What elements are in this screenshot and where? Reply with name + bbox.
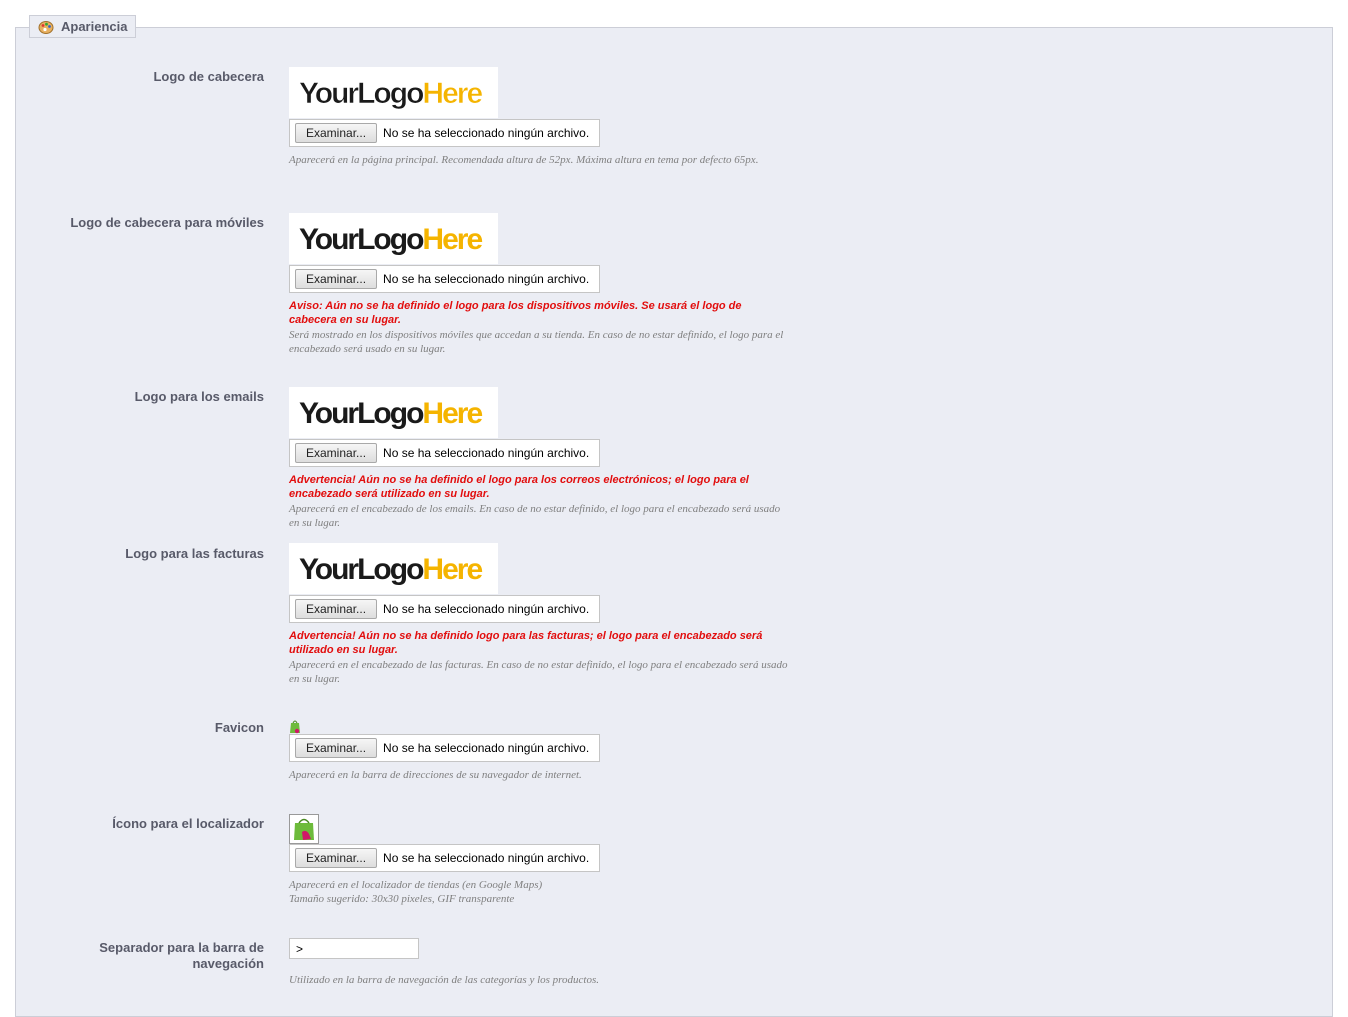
header-logo-file-status: No se ha seleccionado ningún archivo.	[383, 126, 590, 140]
email-logo-image: YourLogoHere	[289, 387, 498, 438]
email-logo-file-status: No se ha seleccionado ningún archivo.	[383, 446, 590, 460]
mobile-logo-file-status: No se ha seleccionado ningún archivo.	[383, 272, 590, 286]
store-icon-file-status: No se ha seleccionado ningún archivo.	[383, 851, 590, 865]
invoice-logo-file-status: No se ha seleccionado ningún archivo.	[383, 602, 590, 616]
svg-text:YourLogoHere: YourLogoHere	[299, 397, 482, 430]
mobile-logo-browse-button[interactable]: Examinar...	[295, 269, 378, 289]
separator-input[interactable]	[289, 938, 419, 959]
svg-text:YourLogoHere: YourLogoHere	[299, 223, 482, 256]
favicon-browse-button[interactable]: Examinar...	[295, 738, 378, 758]
separator-hint: Utilizado en la barra de navegación de l…	[289, 974, 600, 986]
email-logo-label: Logo para los emails	[134, 389, 264, 404]
invoice-logo-warning: Advertencia! Aún no se ha definido logo …	[289, 630, 763, 656]
invoice-logo-file-input[interactable]: Examinar... No se ha seleccionado ningún…	[289, 595, 600, 623]
invoice-logo-image: YourLogoHere	[289, 543, 498, 594]
header-logo-hint: Aparecerá en la página principal. Recome…	[289, 154, 759, 166]
fieldset-legend: Apariencia	[29, 15, 137, 38]
mobile-logo-warning: Aviso: Aún no se ha definido el logo par…	[289, 300, 742, 326]
favicon-hint: Aparecerá en la barra de direcciones de …	[289, 769, 582, 781]
favicon-file-input[interactable]: Examinar... No se ha seleccionado ningún…	[289, 734, 600, 762]
store-icon-browse-button[interactable]: Examinar...	[295, 848, 378, 868]
invoice-logo-hint: Aparecerá en el encabezado de las factur…	[289, 659, 788, 685]
store-icon-label: Ícono para el localizador	[112, 816, 264, 831]
invoice-logo-label: Logo para las facturas	[125, 546, 264, 561]
mobile-logo-file-input[interactable]: Examinar... No se ha seleccionado ningún…	[289, 265, 600, 293]
header-logo-browse-button[interactable]: Examinar...	[295, 123, 378, 143]
legend-title: Apariencia	[61, 19, 128, 34]
store-icon-hint-line2: Tamaño sugerido: 30x30 pixeles, GIF tran…	[289, 893, 515, 905]
email-logo-hint: Aparecerá en el encabezado de los emails…	[289, 503, 781, 529]
email-logo-file-input[interactable]: Examinar... No se ha seleccionado ningún…	[289, 439, 600, 467]
favicon-file-status: No se ha seleccionado ningún archivo.	[383, 741, 590, 755]
favicon-label: Favicon	[214, 720, 264, 735]
mobile-logo-label: Logo de cabecera para móviles	[70, 215, 264, 230]
store-icon-file-input[interactable]: Examinar... No se ha seleccionado ningún…	[289, 844, 600, 872]
svg-text:YourLogoHere: YourLogoHere	[299, 553, 482, 586]
mobile-logo-hint: Será mostrado en los dispositivos móvile…	[289, 329, 784, 355]
header-logo-file-input[interactable]: Examinar... No se ha seleccionado ningún…	[289, 119, 600, 147]
email-logo-warning: Advertencia! Aún no se ha definido el lo…	[289, 474, 749, 500]
header-logo-label: Logo de cabecera	[153, 69, 264, 84]
separator-label: Separador para la barra de navegación	[99, 940, 264, 971]
store-icon-image	[289, 814, 319, 847]
invoice-logo-browse-button[interactable]: Examinar...	[295, 599, 378, 619]
mobile-logo-image: YourLogoHere	[289, 213, 498, 264]
email-logo-browse-button[interactable]: Examinar...	[295, 443, 378, 463]
svg-text:YourLogoHere: YourLogoHere	[299, 77, 482, 110]
store-icon-hint-line1: Aparecerá en el localizador de tiendas (…	[289, 879, 543, 891]
palette-icon	[38, 19, 54, 35]
header-logo-image: YourLogoHere	[289, 67, 498, 118]
